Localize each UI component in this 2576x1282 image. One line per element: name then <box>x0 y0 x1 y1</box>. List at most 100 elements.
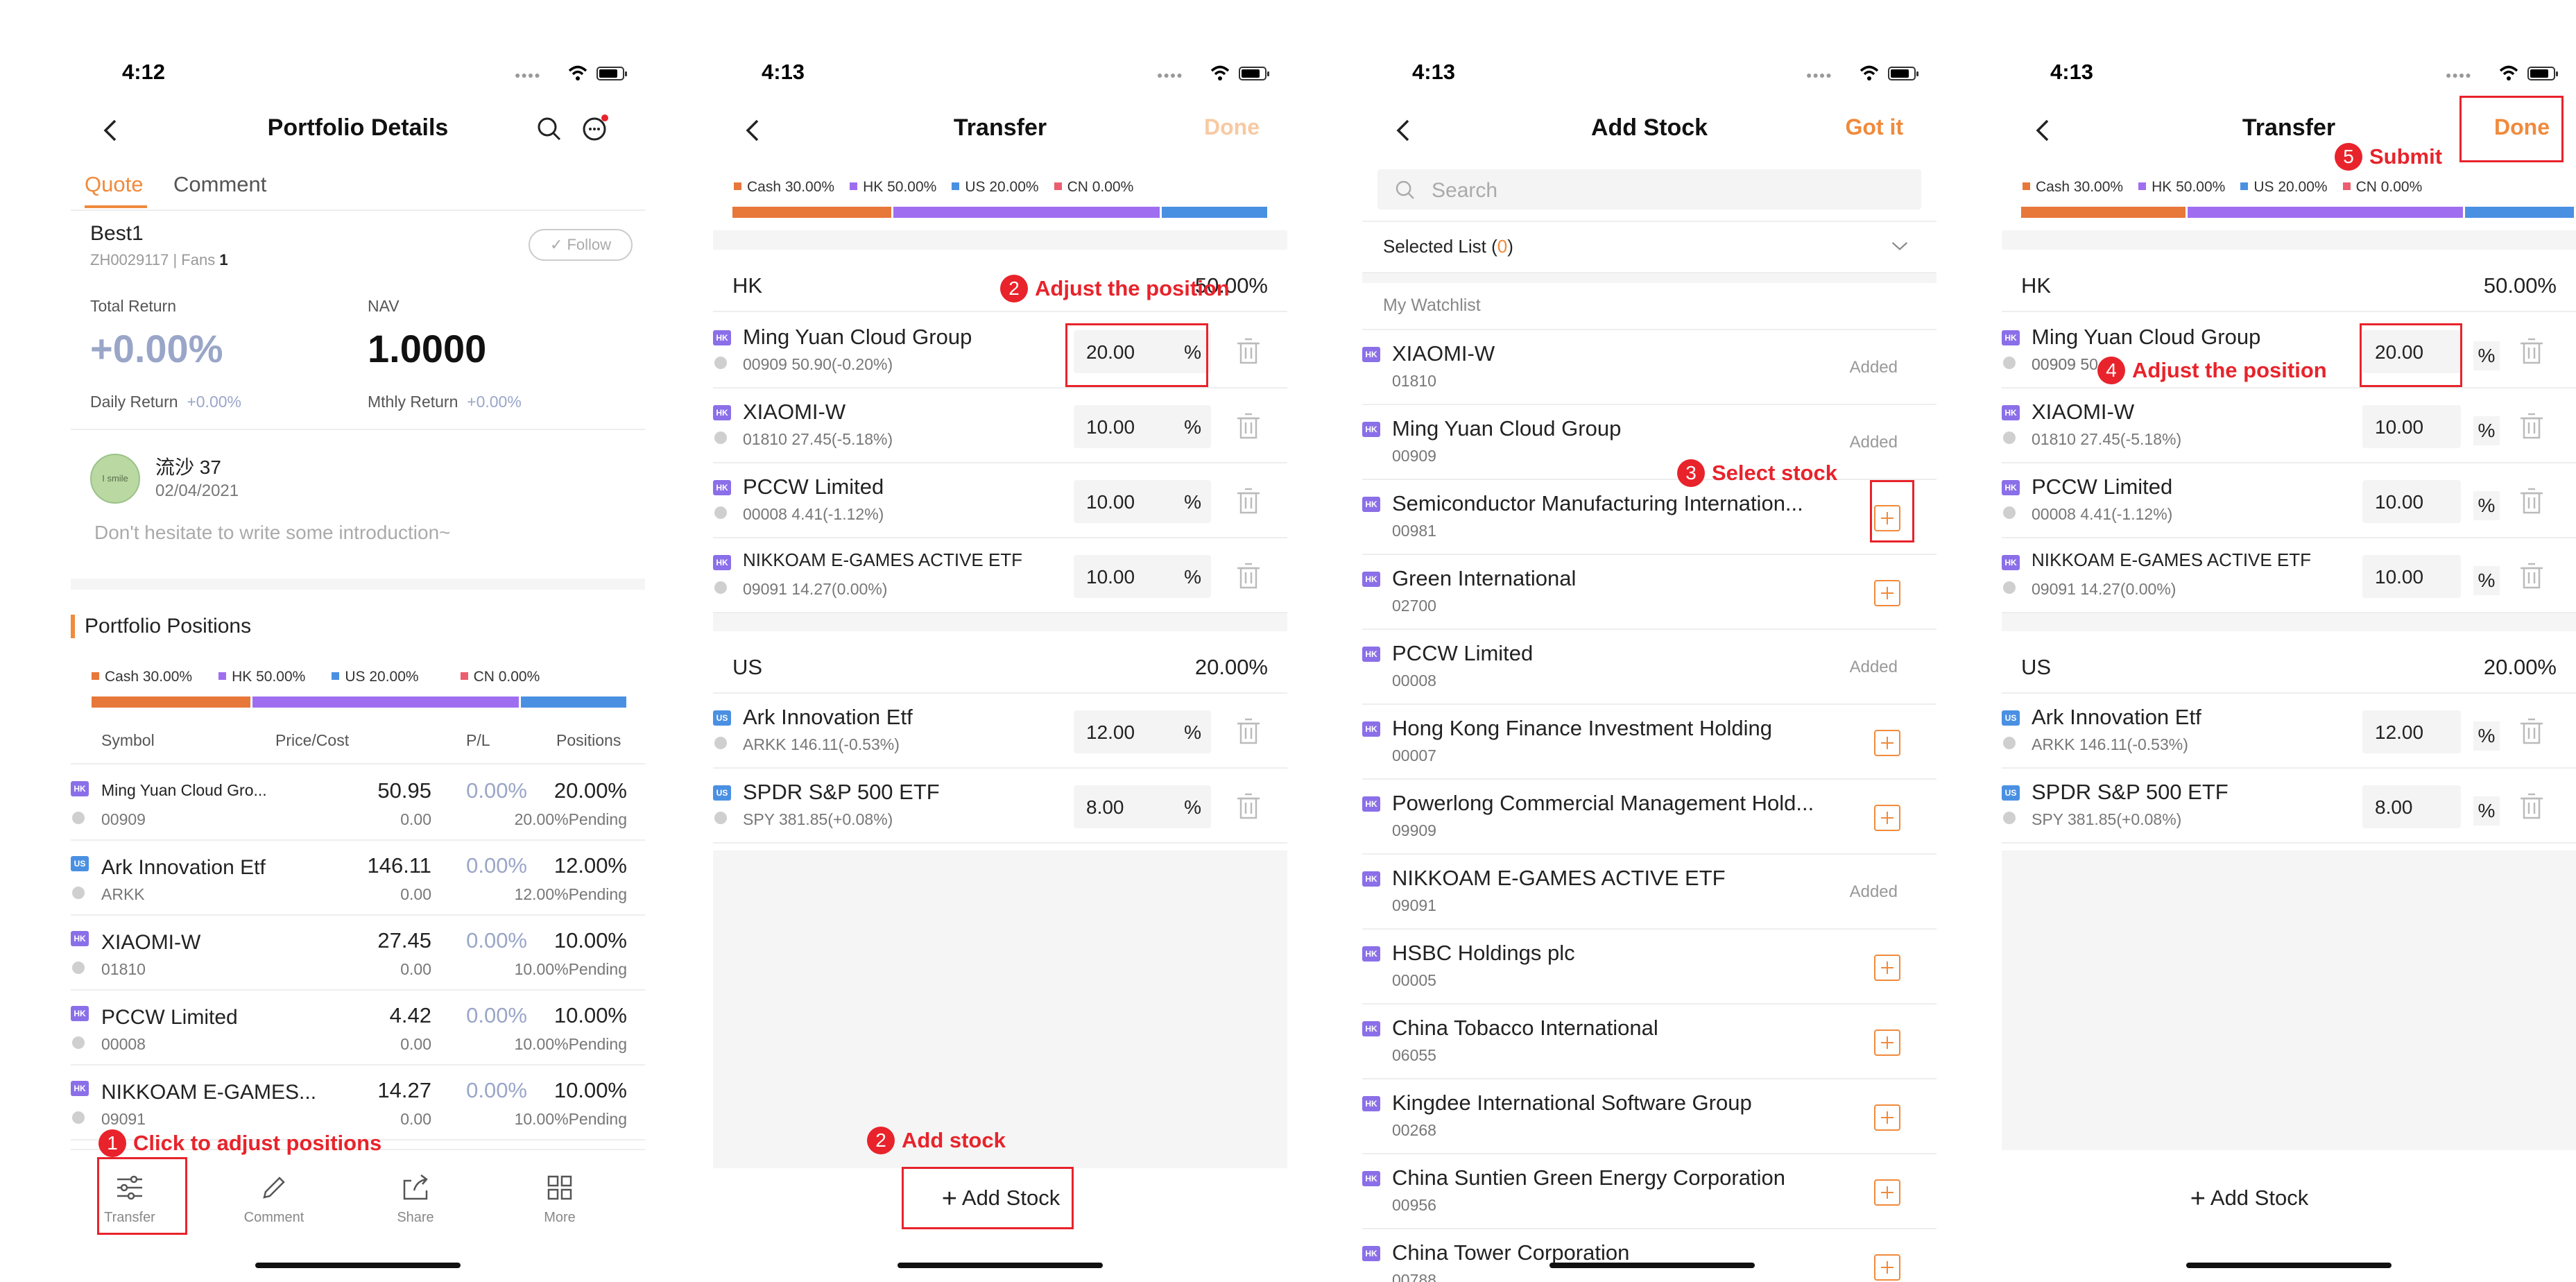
header-divider <box>71 763 645 764</box>
step-1-text: Click to adjust positions <box>133 1131 382 1155</box>
position-pl: 0.00% <box>466 928 527 952</box>
position-pl: 0.00% <box>466 778 527 803</box>
holding-name: Ming Yuan Cloud Group <box>2032 325 2261 349</box>
position-input[interactable]: 10.00% <box>1074 555 1211 598</box>
hk-badge-icon: HK <box>1362 647 1380 662</box>
battery-icon <box>2527 67 2558 80</box>
trash-icon[interactable] <box>1235 560 1262 590</box>
add-plus-icon[interactable] <box>1874 580 1900 606</box>
search-input[interactable]: Search <box>1377 169 1921 210</box>
position-input[interactable]: 12.00 <box>2362 710 2461 753</box>
watchlist-row[interactable]: HK Hong Kong Finance Investment Holding 00… <box>1362 705 1937 780</box>
watchlist-row[interactable]: HK Green International 02700 <box>1362 555 1937 630</box>
trash-icon[interactable] <box>2518 335 2545 366</box>
trash-icon[interactable] <box>1235 485 1262 515</box>
trash-icon[interactable] <box>1235 790 1262 821</box>
watchlist-row[interactable]: HK Semiconductor Manufacturing Internatio… <box>1362 480 1937 555</box>
watchlist-row[interactable]: HK XIAOMI-W 01810 Added <box>1362 330 1937 405</box>
trash-icon[interactable] <box>2518 715 2545 746</box>
watchlist-row[interactable]: HK China Suntien Green Energy Corporation… <box>1362 1154 1937 1229</box>
allocation-bar <box>732 207 1269 218</box>
position-input[interactable]: 10.00% <box>1074 405 1211 448</box>
stock-name: Semiconductor Manufacturing Internation.… <box>1392 491 1803 515</box>
add-plus-icon[interactable] <box>1874 1029 1900 1056</box>
plus-icon: + <box>2190 1184 2206 1213</box>
us-section-label: US <box>2021 655 2052 679</box>
position-row[interactable]: HK XIAOMI-W 01810 27.45 0.00 0.00% 10.00% 10.00… <box>71 916 645 991</box>
watchlist-row[interactable]: HK PCCW Limited 00008 Added <box>1362 630 1937 705</box>
done-highlight <box>2459 96 2564 162</box>
position-input[interactable]: 10.00 <box>2362 555 2461 598</box>
allocation-legend: Cash 30.00% HK 50.00% US 20.00% CN 0.00% <box>2023 179 2448 196</box>
add-plus-icon[interactable] <box>1874 730 1900 756</box>
watchlist-row[interactable]: HK Kingdee International Software Group 00… <box>1362 1079 1937 1154</box>
position-value: 10.00 <box>1086 566 1135 588</box>
tab-quote[interactable]: Quote <box>85 172 143 197</box>
add-plus-icon[interactable] <box>1874 955 1900 981</box>
stock-code: 00008 <box>1392 672 1436 690</box>
position-row[interactable]: HK PCCW Limited 00008 4.42 0.00 0.00% 10.00% 10… <box>71 991 645 1066</box>
search-placeholder: Search <box>1432 179 1498 202</box>
trash-icon[interactable] <box>2518 790 2545 821</box>
position-cost: 0.00 <box>400 885 431 903</box>
legend-cash: Cash 30.00% <box>2023 179 2123 196</box>
tab-more[interactable]: More <box>529 1172 591 1226</box>
watchlist-row[interactable]: HK HSBC Holdings plc 00005 <box>1362 930 1937 1005</box>
position-input[interactable]: 10.00% <box>1074 480 1211 523</box>
holding-row: HK NIKKOAM E-GAMES ACTIVE ETF 09091 14.27(… <box>2002 538 2576 613</box>
trash-icon[interactable] <box>2518 560 2545 590</box>
watchlist-row[interactable]: HK Ming Yuan Cloud Group 00909 Added <box>1362 405 1937 480</box>
clock-icon <box>2003 581 2016 594</box>
holding-name: NIKKOAM E-GAMES ACTIVE ETF <box>743 549 1023 570</box>
add-plus-icon[interactable] <box>1874 1104 1900 1131</box>
wifi-icon <box>568 65 587 80</box>
market-badge-icon: US <box>713 710 731 726</box>
position-input[interactable]: 8.00 <box>2362 785 2461 828</box>
trash-icon[interactable] <box>2518 410 2545 441</box>
trash-icon[interactable] <box>1235 410 1262 441</box>
empty-area <box>2002 851 2576 1150</box>
done-button[interactable]: Done <box>1204 114 1260 140</box>
legend-cn: CN 0.00% <box>2342 179 2422 196</box>
avatar[interactable]: I smile <box>90 454 140 504</box>
step-5-text: Submit <box>2369 144 2443 169</box>
selected-close: ) <box>1507 236 1513 257</box>
position-input[interactable]: 10.00 <box>2362 480 2461 523</box>
add-stock-button[interactable]: + Add Stock <box>2156 1182 2343 1215</box>
positions-accent <box>71 615 75 638</box>
position-name: PCCW Limited <box>101 1006 238 1029</box>
tab-comment-bottom[interactable]: Comment <box>243 1172 305 1226</box>
watchlist-row[interactable]: HK China Tobacco International 06055 <box>1362 1005 1937 1079</box>
percent-sign: % <box>1184 566 1201 588</box>
trash-icon[interactable] <box>1235 715 1262 746</box>
add-plus-icon[interactable] <box>1874 1179 1900 1206</box>
position-input[interactable]: 8.00% <box>1074 785 1211 828</box>
message-icon[interactable] <box>581 112 611 143</box>
position-value: 10.00 <box>2375 416 2424 438</box>
add-plus-icon[interactable] <box>1874 805 1900 831</box>
holding-row: HK XIAOMI-W 01810 27.45(-5.18%) 10.00% <box>2002 388 2576 463</box>
trash-icon[interactable] <box>2518 485 2545 515</box>
position-row[interactable]: US Ark Innovation Etf ARKK 146.11 0.00 0.00% 1… <box>71 841 645 916</box>
wifi-icon <box>2499 65 2518 80</box>
watchlist-row[interactable]: HK China Tower Corporation 00788 <box>1362 1229 1937 1282</box>
percent-sign: % <box>1184 416 1201 438</box>
watchlist-row[interactable]: HK Powerlong Commercial Management Hold..… <box>1362 780 1937 855</box>
trash-icon[interactable] <box>1235 335 1262 366</box>
position-input[interactable]: 12.00% <box>1074 710 1211 753</box>
intro-text[interactable]: Don't hesitate to write some introductio… <box>94 522 451 544</box>
position-input[interactable]: 10.00 <box>2362 405 2461 448</box>
selected-list-row[interactable]: Selected List (0) <box>1362 221 1937 273</box>
hk-badge-icon: HK <box>1362 721 1380 737</box>
watchlist-row[interactable]: HK NIKKOAM E-GAMES ACTIVE ETF 09091 Added <box>1362 855 1937 930</box>
step-1-annotation: 1 Click to adjust positions <box>98 1129 381 1157</box>
got-it-button[interactable]: Got it <box>1845 114 1903 140</box>
add-plus-icon[interactable] <box>1874 1254 1900 1281</box>
tab-share[interactable]: Share <box>384 1172 447 1226</box>
position-row[interactable]: HK Ming Yuan Cloud Gro... 00909 50.95 0.00 0.… <box>71 766 645 841</box>
position-name: Ming Yuan Cloud Gro... <box>101 781 267 799</box>
legend-cn: CN 0.00% <box>1054 179 1133 196</box>
search-icon[interactable] <box>535 115 563 143</box>
tab-comment[interactable]: Comment <box>173 172 266 197</box>
follow-button[interactable]: ✓ Follow <box>529 229 633 261</box>
